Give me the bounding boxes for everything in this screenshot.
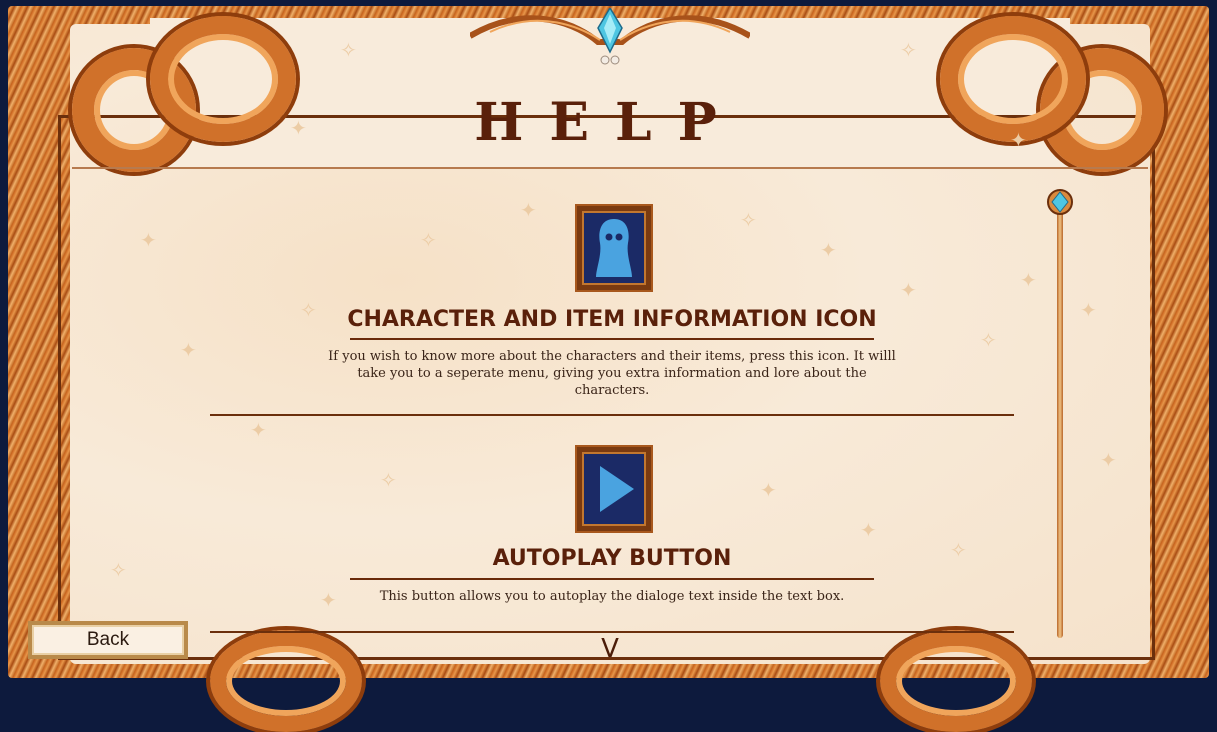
sparkle-icon: ✦ [140,228,157,252]
section-description: If you wish to know more about the chara… [328,349,896,398]
sparkle-icon: ✧ [110,558,127,582]
scroll-down-arrow-icon[interactable]: V [598,636,622,662]
section-title: CHARACTER AND ITEM INFORMATION ICON [347,307,877,332]
section-description: This button allows you to autoplay the d… [379,589,845,604]
help-content[interactable]: CHARACTER AND ITEM INFORMATION ICON If y… [210,170,1014,640]
scrollbar-track[interactable] [1057,210,1063,638]
section-title-underline [350,338,874,340]
sparkle-icon: ✧ [340,38,357,62]
sparkle-icon: ✦ [1100,448,1117,472]
section-title-underline [350,578,874,580]
corner-swirl-bottom-left [210,630,362,732]
ghost-icon [596,219,632,277]
crystal-gem-icon [597,8,623,65]
sparkle-icon: ✦ [1080,298,1097,322]
section-divider [210,414,1014,416]
section-title: AUTOPLAY BUTTON [492,546,732,571]
sparkle-icon: ✦ [1020,268,1037,292]
page-title: HELP [474,92,743,153]
corner-swirl-bottom-right [880,630,1032,732]
title-divider [72,167,1148,169]
section-divider [210,631,1014,633]
character-info-icon-frame[interactable] [577,206,651,290]
scrollbar-thumb[interactable] [1046,186,1074,218]
back-button[interactable]: Back [28,621,188,659]
sparkle-icon: ✦ [180,338,197,362]
play-icon [600,466,634,512]
sparkle-icon: ✧ [900,38,917,62]
autoplay-icon-frame[interactable] [577,447,651,531]
